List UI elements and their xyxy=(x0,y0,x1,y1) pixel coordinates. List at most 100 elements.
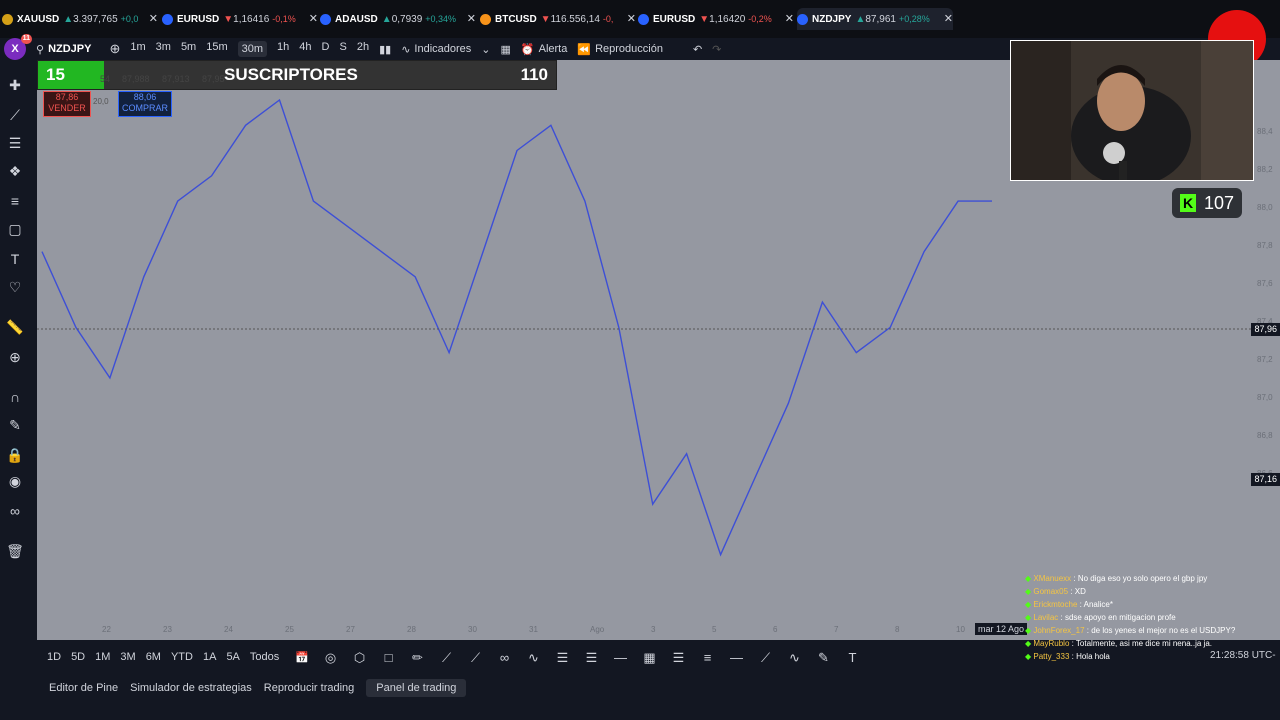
range-Todos[interactable]: Todos xyxy=(250,651,279,663)
subscriber-count: 15 xyxy=(38,61,104,89)
ruler-icon[interactable]: 📏 xyxy=(6,318,24,336)
fib-icon[interactable]: ☰ xyxy=(6,134,24,152)
browser-tab[interactable]: BTCUSD ▼ 116.556,14 -0, ✕ xyxy=(480,8,636,30)
panel-tab[interactable]: Reproducir trading xyxy=(264,679,355,697)
range-1A[interactable]: 1A xyxy=(203,651,216,663)
line-icon[interactable]: ⟋ xyxy=(432,650,461,666)
rectangle-icon[interactable]: □ xyxy=(374,650,403,666)
viewer-count: 107 xyxy=(1204,192,1235,213)
interval-1m[interactable]: 1m xyxy=(130,41,145,57)
chevron-down-icon[interactable]: ⌄ xyxy=(481,43,490,56)
sell-button[interactable]: 87,86 VENDER xyxy=(43,91,91,117)
link-icon[interactable]: ∞ xyxy=(6,502,24,520)
close-tab-icon[interactable]: ✕ xyxy=(944,12,953,25)
chat-message: ◆ XManuexx : No diga eso yo solo opero e… xyxy=(1025,574,1208,583)
marker-icon[interactable]: ✎ xyxy=(809,650,838,666)
compare-symbol-icon[interactable]: ⊕ xyxy=(109,41,120,57)
polygon-icon[interactable]: ⬡ xyxy=(345,650,374,666)
range-1M[interactable]: 1M xyxy=(95,651,110,663)
range-1D[interactable]: 1D xyxy=(47,651,61,663)
panel-tab[interactable]: Editor de Pine xyxy=(49,679,118,697)
arrow-icon[interactable]: ⟋ xyxy=(751,650,780,666)
text-tool-icon[interactable]: T xyxy=(838,650,867,666)
chart-style-icon[interactable]: ▮▮ xyxy=(379,43,391,56)
close-tab-icon[interactable]: ✕ xyxy=(309,12,318,25)
search-icon[interactable]: ⚲ xyxy=(36,43,44,56)
interval-5m[interactable]: 5m xyxy=(181,41,196,57)
grid-icon[interactable]: ▦ xyxy=(635,650,664,666)
close-tab-icon[interactable]: ✕ xyxy=(627,12,636,25)
close-tab-icon[interactable]: ✕ xyxy=(149,12,158,25)
app-logo[interactable]: X 11 xyxy=(4,34,32,60)
undo-icon[interactable]: ↶ xyxy=(693,43,702,56)
browser-tab[interactable]: ADAUSD ▲ 0,7939 +0,34% ✕ xyxy=(320,8,476,30)
range-5D[interactable]: 5D xyxy=(71,651,85,663)
chat-text: sdse apoyo en mitigacion profe xyxy=(1064,613,1176,622)
alert-button[interactable]: Alerta xyxy=(539,43,568,55)
pencil-icon[interactable]: ✎ xyxy=(6,416,24,434)
ohlc-value: 87,913 xyxy=(162,74,190,84)
symbol-logo-icon xyxy=(162,13,173,25)
eye-icon[interactable]: ◉ xyxy=(6,472,24,490)
forecast-icon[interactable]: ≡ xyxy=(6,192,24,210)
interval-2h[interactable]: 2h xyxy=(357,41,369,57)
range-3M[interactable]: 3M xyxy=(120,651,135,663)
gann-icon[interactable]: ≡ xyxy=(693,650,722,666)
buy-button[interactable]: 88,06 COMPRAR xyxy=(118,91,172,117)
interval-S[interactable]: S xyxy=(339,41,346,57)
curve-icon[interactable]: ∿ xyxy=(780,650,809,666)
magnet-icon[interactable]: ∩ xyxy=(6,388,24,406)
zoom-icon[interactable]: ⊕ xyxy=(6,348,24,366)
chat-text: de los yenes el mejor no es el USDJPY? xyxy=(1091,626,1236,635)
range-YTD[interactable]: YTD xyxy=(171,651,193,663)
trendline-icon[interactable]: ⟋ xyxy=(6,106,24,124)
symbol-search[interactable]: NZDJPY xyxy=(48,43,91,55)
tab-symbol: EURUSD xyxy=(653,13,696,25)
interval-D[interactable]: D xyxy=(322,41,330,57)
channel-icon[interactable]: ☰ xyxy=(577,650,606,666)
hline-icon[interactable]: — xyxy=(606,650,635,666)
interval-30m[interactable]: 30m xyxy=(237,41,268,57)
wave-icon[interactable]: ∿ xyxy=(519,650,548,666)
browser-tab[interactable]: XAUUSD ▲ 3.397,765 +0,0 ✕ xyxy=(2,8,158,30)
panel-tab[interactable]: Simulador de estrategias xyxy=(130,679,252,697)
target-icon[interactable]: ◎ xyxy=(316,650,345,666)
crosshair-icon[interactable]: ✚ xyxy=(6,76,24,94)
panel-tab[interactable]: Panel de trading xyxy=(366,679,467,697)
heart-icon[interactable]: ♡ xyxy=(6,278,24,296)
lock-icon[interactable]: 🔒 xyxy=(6,446,24,464)
pattern-icon[interactable]: ❖ xyxy=(6,162,24,180)
interval-15m[interactable]: 15m xyxy=(206,41,227,57)
utc-clock: 21:28:58 UTC- xyxy=(1210,650,1276,661)
interval-3m[interactable]: 3m xyxy=(156,41,171,57)
browser-tab[interactable]: EURUSD ▼ 1,16416 -0,1% ✕ xyxy=(162,8,318,30)
chat-username: Gomax05 xyxy=(1033,587,1069,596)
indicators-button[interactable]: Indicadores xyxy=(414,43,471,55)
range-6M[interactable]: 6M xyxy=(146,651,161,663)
x-tick-label: 24 xyxy=(224,625,233,634)
favorite-drawing-tools: ◎ ⬡ □ ✏ ⟋ ⟋ ∞ ∿ ☰ ☰ — ▦ ☰ ≡ — ⟋ ∿ ✎ T xyxy=(316,650,867,666)
interval-1h[interactable]: 1h xyxy=(277,41,289,57)
ray-icon[interactable]: ⟋ xyxy=(461,650,490,666)
close-tab-icon[interactable]: ✕ xyxy=(785,12,794,25)
tab-change: -0, xyxy=(602,14,614,24)
path-icon[interactable]: ∞ xyxy=(490,650,519,666)
shape-icon[interactable]: ▢ xyxy=(6,220,24,238)
chat-text: XD xyxy=(1074,587,1086,596)
fib-icon[interactable]: ☰ xyxy=(548,650,577,666)
trash-icon[interactable]: 🗑 xyxy=(6,542,24,560)
redo-icon[interactable]: ↷ xyxy=(712,43,721,56)
browser-tab[interactable]: EURUSD ▼ 1,16420 -0,2% ✕ xyxy=(638,8,794,30)
browser-tab[interactable]: NZDJPY ▲ 87,961 +0,28% ✕ xyxy=(797,8,953,30)
interval-4h[interactable]: 4h xyxy=(299,41,311,57)
range-5A[interactable]: 5A xyxy=(226,651,239,663)
layout-grid-icon[interactable]: ▦ xyxy=(501,43,511,56)
close-tab-icon[interactable]: ✕ xyxy=(467,12,476,25)
text-icon[interactable]: T xyxy=(6,250,24,268)
brush-icon[interactable]: ✏ xyxy=(403,650,432,666)
replay-button[interactable]: Reproducción xyxy=(595,43,663,55)
buy-label: COMPRAR xyxy=(121,103,168,113)
segment-icon[interactable]: — xyxy=(722,650,751,666)
pitchfork-icon[interactable]: ☰ xyxy=(664,650,693,666)
calendar-icon[interactable]: 📅 xyxy=(295,651,309,664)
